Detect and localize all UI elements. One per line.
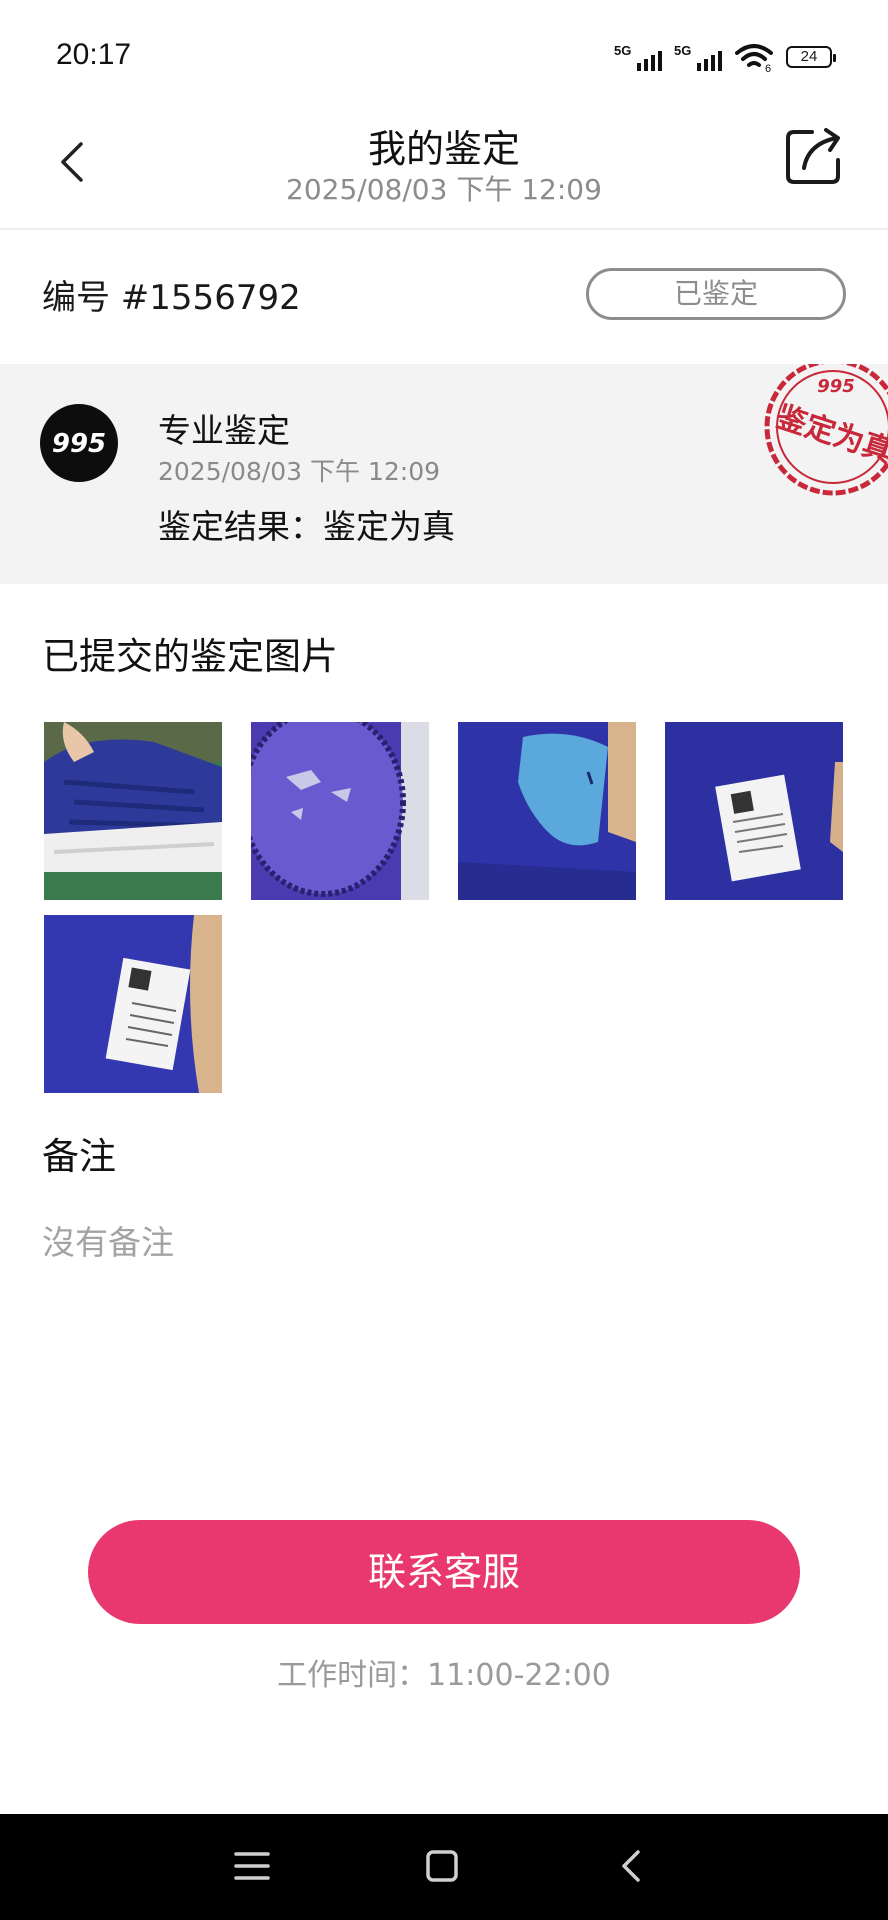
chevron-left-icon (622, 1850, 640, 1882)
share-button[interactable] (782, 126, 844, 188)
remarks-text: 沒有备注 (42, 1223, 174, 1262)
submitted-image-thumb[interactable] (44, 722, 222, 900)
submitted-image-thumb[interactable] (665, 722, 843, 900)
photo-insole (251, 722, 429, 900)
photo-size-tag (665, 722, 843, 900)
svg-text:6: 6 (765, 63, 771, 72)
svg-text:995: 995 (52, 429, 106, 459)
cellular-signal-icon: 5G (614, 43, 662, 71)
svg-text:995: 995 (817, 376, 855, 397)
photo-size-tag-closeup (44, 915, 222, 1093)
svg-text:鉴定为真: 鉴定为真 (771, 399, 888, 470)
nav-back-button[interactable] (612, 1844, 660, 1888)
contact-support-button[interactable]: 联系客服 (88, 1520, 800, 1624)
result-line: 鉴定结果：鉴定为真 (158, 500, 455, 548)
submitted-image-thumb[interactable] (251, 722, 429, 900)
battery-icon: 24 (786, 46, 836, 68)
status-bar: 20:17 5G 5G 6 24 (0, 0, 888, 112)
menu-icon (234, 1852, 270, 1880)
submitted-image-thumb[interactable] (458, 722, 636, 900)
authentic-stamp: 995 鉴定为真 (764, 364, 888, 496)
wifi-icon: 6 (735, 44, 773, 72)
service-name: 专业鉴定 (158, 411, 290, 450)
nav-menu-button[interactable] (232, 1844, 280, 1888)
remarks-title: 备注 (42, 1135, 116, 1178)
cellular-signal-icon: 5G (674, 43, 722, 71)
photo-heel-pad (458, 722, 636, 900)
nav-home-button[interactable] (420, 1844, 468, 1888)
result-label: 鉴定结果： (158, 507, 323, 546)
service-date: 2025/08/03 下午 12:09 (158, 457, 441, 486)
share-icon (786, 128, 840, 184)
images-section-title: 已提交的鉴定图片 (42, 635, 338, 678)
home-square-icon (426, 1850, 458, 1882)
status-icons: 5G 5G 6 24 (614, 42, 836, 72)
order-number: 编号 #1556792 (42, 278, 301, 318)
page-subtitle-date: 2025/08/03 下午 12:09 (286, 173, 602, 206)
system-nav-bar (0, 1814, 888, 1920)
result-value: 鉴定为真 (323, 507, 455, 546)
submitted-image-thumb[interactable] (44, 915, 222, 1093)
status-badge: 已鉴定 (586, 268, 846, 320)
status-time: 20:17 (56, 38, 132, 71)
order-info-row: 编号 #1556792 已鉴定 (0, 230, 888, 362)
page-title: 我的鉴定 (367, 127, 520, 171)
result-card: 995 专业鉴定 2025/08/03 下午 12:09 鉴定结果：鉴定为真 9… (0, 364, 888, 584)
header: 我的鉴定 2025/08/03 下午 12:09 (0, 112, 888, 230)
appraiser-logo: 995 (40, 404, 118, 482)
photo-shoe-side (44, 722, 222, 900)
work-hours: 工作时间：11:00-22:00 (277, 1658, 611, 1693)
